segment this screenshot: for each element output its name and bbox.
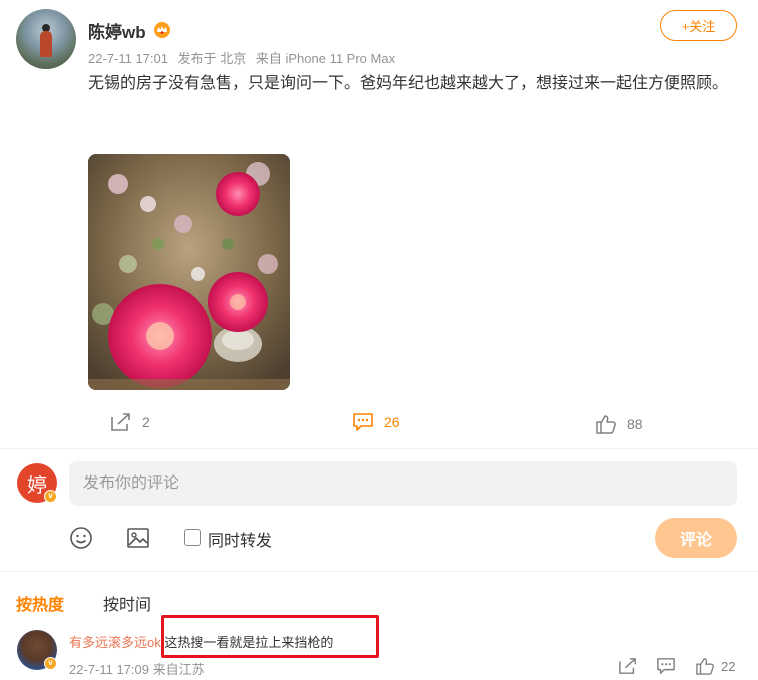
highlight-annotation-box xyxy=(161,615,379,658)
author-avatar[interactable] xyxy=(16,9,76,69)
repost-count: 2 xyxy=(142,414,150,430)
crown-badge-icon xyxy=(154,22,170,38)
comment-input[interactable] xyxy=(69,461,737,506)
author-name[interactable]: 陈婷wb xyxy=(88,18,146,43)
comment-icon xyxy=(353,413,373,431)
divider xyxy=(0,448,758,449)
thumbs-up-icon xyxy=(696,658,714,675)
emoji-icon[interactable] xyxy=(69,526,93,550)
comment-action[interactable]: 26 xyxy=(352,412,400,432)
post-text: 无锡的房子没有急售，只是询问一下。爸妈年纪也越来越大了，想接过来一起住方便照顾。 xyxy=(88,75,729,92)
share-icon xyxy=(111,413,130,431)
comment-meta: 22-7-11 17:09 来自江苏 xyxy=(69,659,205,678)
post-device: 来自 iPhone 11 Pro Max xyxy=(255,51,396,66)
verified-badge-icon: v xyxy=(44,490,57,503)
image-upload-icon[interactable] xyxy=(126,526,150,550)
avatar-figure-body xyxy=(40,31,52,57)
verified-badge-icon: v xyxy=(44,657,57,670)
follow-button[interactable]: +关注 xyxy=(660,10,737,41)
flower-photo xyxy=(88,154,290,390)
comment-date: 22-7-11 17:09 xyxy=(69,662,149,677)
comment-like-action[interactable]: 22 xyxy=(695,657,735,675)
comment-count: 26 xyxy=(384,414,400,430)
tab-sort-hot[interactable]: 按热度 xyxy=(16,591,64,615)
comment-location: 来自江苏 xyxy=(152,662,205,677)
like-action[interactable]: 88 xyxy=(595,414,643,434)
repost-checkbox-label[interactable]: 同时转发 xyxy=(208,527,272,551)
like-count: 88 xyxy=(627,416,643,432)
post-image[interactable] xyxy=(88,154,290,390)
comment-reply-icon[interactable] xyxy=(656,657,676,675)
comment-like-count: 22 xyxy=(721,658,736,674)
post-location: 发布于 北京 xyxy=(177,51,247,66)
commenter-name[interactable]: 有多远滚多远ok xyxy=(69,635,161,650)
tab-sort-time[interactable]: 按时间 xyxy=(103,591,151,615)
divider xyxy=(0,571,758,572)
post-meta: 22-7-11 17:01 发布于 北京 来自 iPhone 11 Pro Ma… xyxy=(88,48,401,67)
submit-comment-button[interactable]: 评论 xyxy=(655,518,737,558)
repost-checkbox[interactable] xyxy=(184,529,201,546)
thumbs-up-icon xyxy=(596,415,616,434)
comment-share-icon[interactable] xyxy=(618,657,638,675)
post-date[interactable]: 22-7-11 17:01 xyxy=(88,51,168,66)
repost-action[interactable]: 2 xyxy=(110,412,150,432)
